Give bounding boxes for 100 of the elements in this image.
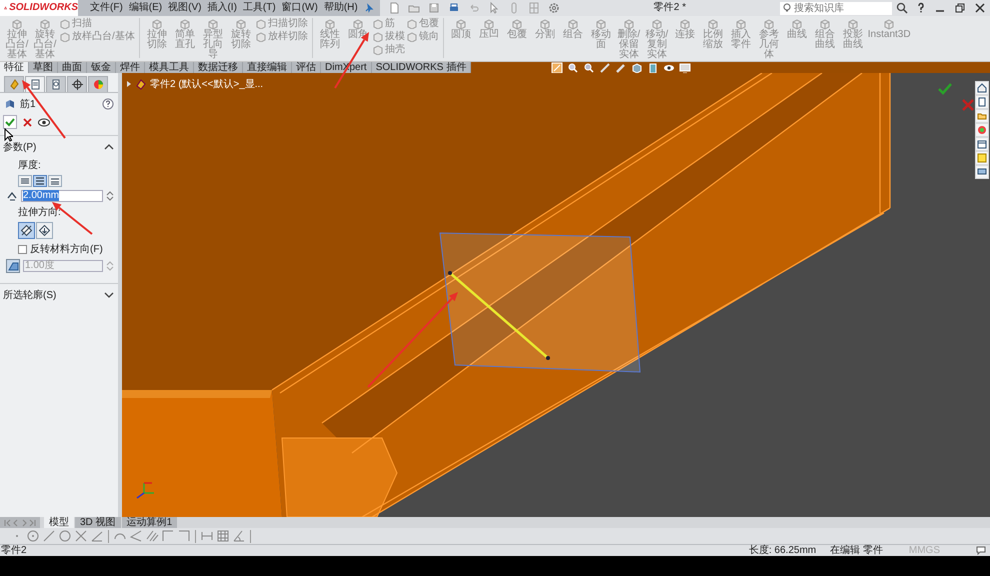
ribbon-command[interactable]: 组合曲线	[812, 18, 838, 50]
zoom-fit-icon[interactable]	[551, 62, 564, 74]
ribbon-command[interactable]: 参考几何体	[756, 18, 782, 60]
ok-button[interactable]	[3, 115, 17, 129]
flip-checkbox[interactable]	[18, 244, 27, 254]
ribbon-command[interactable]: 分割	[532, 18, 558, 40]
circle-icon[interactable]	[58, 529, 72, 543]
dimxpert-tab[interactable]	[67, 76, 87, 92]
ribbon-command[interactable]: 抽壳	[372, 45, 405, 55]
help-icon[interactable]	[916, 2, 926, 14]
menu-item[interactable]: 文件(F)	[90, 2, 123, 14]
ribbon-command[interactable]: 简单直孔	[172, 18, 198, 50]
printer-icon[interactable]	[448, 2, 460, 14]
ribbon-command[interactable]: 拉伸凸台/基体	[4, 18, 30, 60]
group-header[interactable]: 所选轮廓(S)	[0, 284, 118, 306]
parallel-lines-icon[interactable]	[145, 529, 159, 543]
document-tab[interactable]	[976, 96, 988, 108]
ribbon-command[interactable]: 压凹	[476, 18, 502, 40]
ribbon-command[interactable]: 包覆	[504, 18, 530, 40]
home-tab[interactable]	[976, 82, 988, 94]
ribbon-command[interactable]: 移动/复制实体	[644, 18, 670, 60]
ribbon-command[interactable]: 比例缩放	[700, 18, 726, 50]
pencil-icon[interactable]	[615, 62, 628, 74]
save-icon[interactable]	[428, 2, 440, 14]
menu-item[interactable]: 工具(T)	[242, 2, 276, 14]
cancel-icon[interactable]	[23, 118, 32, 126]
corner-icon[interactable]	[177, 529, 191, 543]
cursor-icon[interactable]	[488, 2, 500, 14]
ribbon-command[interactable]: 扫描	[60, 19, 135, 29]
monitor-tab[interactable]	[976, 166, 988, 178]
both-sides-option[interactable]	[33, 175, 47, 187]
ribbon-command[interactable]: 旋转切除	[228, 18, 254, 50]
ribbon-command[interactable]: 异型孔向导	[200, 18, 226, 60]
gear-icon[interactable]	[548, 2, 560, 14]
dimension-icon[interactable]	[200, 529, 214, 543]
grid-icon[interactable]	[216, 529, 230, 543]
expand-chevron-icon[interactable]	[104, 291, 114, 299]
angle-icon[interactable]	[90, 529, 104, 543]
ribbon-command[interactable]: 插入零件	[728, 18, 754, 50]
model-view-tab[interactable]: 3D 视图	[75, 517, 121, 528]
ribbon-command[interactable]: 圆顶	[448, 18, 474, 40]
speech-bubble-icon[interactable]	[976, 546, 986, 555]
corner-icon[interactable]	[161, 529, 175, 543]
ribbon-command[interactable]: 筋	[372, 19, 405, 29]
group-header[interactable]: 参数(P)	[0, 136, 118, 158]
pin-icon[interactable]	[364, 3, 374, 13]
zoom-icon[interactable]	[583, 62, 596, 74]
circle-icon[interactable]	[26, 529, 40, 543]
ribbon-command[interactable]: 镜向	[406, 32, 439, 42]
zoom-icon[interactable]	[567, 62, 580, 74]
ribbon-tab[interactable]: 评估	[292, 62, 321, 73]
configuration-tab[interactable]	[46, 76, 66, 92]
folder-tab[interactable]	[976, 110, 988, 122]
collapse-chevron-icon[interactable]	[104, 143, 114, 151]
ribbon-command[interactable]: 线性阵列	[316, 18, 343, 50]
ribbon-command[interactable]: 连接	[672, 18, 698, 40]
angle-icon[interactable]	[129, 529, 143, 543]
ribbon-tab[interactable]: 草图	[29, 62, 58, 73]
calendar-tab[interactable]	[976, 138, 988, 150]
ribbon-command[interactable]: Instant3D	[868, 18, 911, 40]
ribbon-command[interactable]: 旋转凸台/基体	[32, 18, 58, 60]
help-icon[interactable]	[102, 98, 114, 110]
expand-arrow-icon[interactable]	[126, 80, 132, 88]
search-icon[interactable]	[896, 2, 908, 14]
normal-to-sketch-option[interactable]	[36, 222, 53, 239]
menu-item[interactable]: 窗口(W)	[282, 2, 318, 14]
one-sided-right-option[interactable]	[48, 175, 62, 187]
ribbon-tab[interactable]: 钣金	[87, 62, 116, 73]
ribbon-command[interactable]: 曲线	[784, 18, 810, 40]
menu-item[interactable]: 帮助(H)	[324, 2, 358, 14]
ribbon-command[interactable]: 删除/保留实体	[616, 18, 642, 60]
thickness-field[interactable]: 2.00mm	[21, 190, 103, 202]
model-view-tab[interactable]: 运动算例1	[122, 517, 178, 528]
ribbon-tab[interactable]: 数据迁移	[194, 62, 243, 73]
feature-tree-tab[interactable]	[4, 76, 24, 92]
property-manager-tab[interactable]	[25, 76, 45, 92]
menu-item[interactable]: 视图(V)	[168, 2, 202, 14]
palette-tab[interactable]	[976, 124, 988, 136]
new-file-icon[interactable]	[388, 2, 400, 14]
draft-toggle-button[interactable]	[6, 259, 20, 273]
ribbon-tab[interactable]: 特征	[0, 62, 29, 73]
close-icon[interactable]	[974, 2, 986, 14]
ribbon-command[interactable]: 放样切除	[256, 32, 308, 42]
ribbon-tab[interactable]: 直接编辑	[243, 62, 292, 73]
ribbon-command[interactable]: 拉伸切除	[144, 18, 170, 50]
ribbon-command[interactable]: 组合	[560, 18, 586, 40]
eye-icon[interactable]	[38, 118, 50, 126]
ribbon-tab[interactable]: SOLIDWORKS 插件	[372, 62, 472, 73]
spin-arrows-icon[interactable]	[106, 190, 114, 202]
ribbon-command[interactable]: 扫描切除	[256, 19, 308, 29]
feature-tree-item[interactable]: 零件2 (默认<<默认>_显...	[150, 77, 264, 91]
model-view-tab[interactable]: 模型	[44, 517, 74, 528]
cube-icon[interactable]	[647, 62, 660, 74]
ribbon-command[interactable]: 放样凸台/基体	[60, 32, 135, 42]
ribbon-command[interactable]: 拔模	[372, 32, 405, 42]
ribbon-command[interactable]: 投影曲线	[840, 18, 866, 50]
ribbon-tab[interactable]: 焊件	[116, 62, 145, 73]
confirm-check-icon[interactable]	[938, 83, 952, 95]
menu-item[interactable]: 插入(I)	[207, 2, 237, 14]
brush-icon[interactable]	[599, 62, 612, 74]
